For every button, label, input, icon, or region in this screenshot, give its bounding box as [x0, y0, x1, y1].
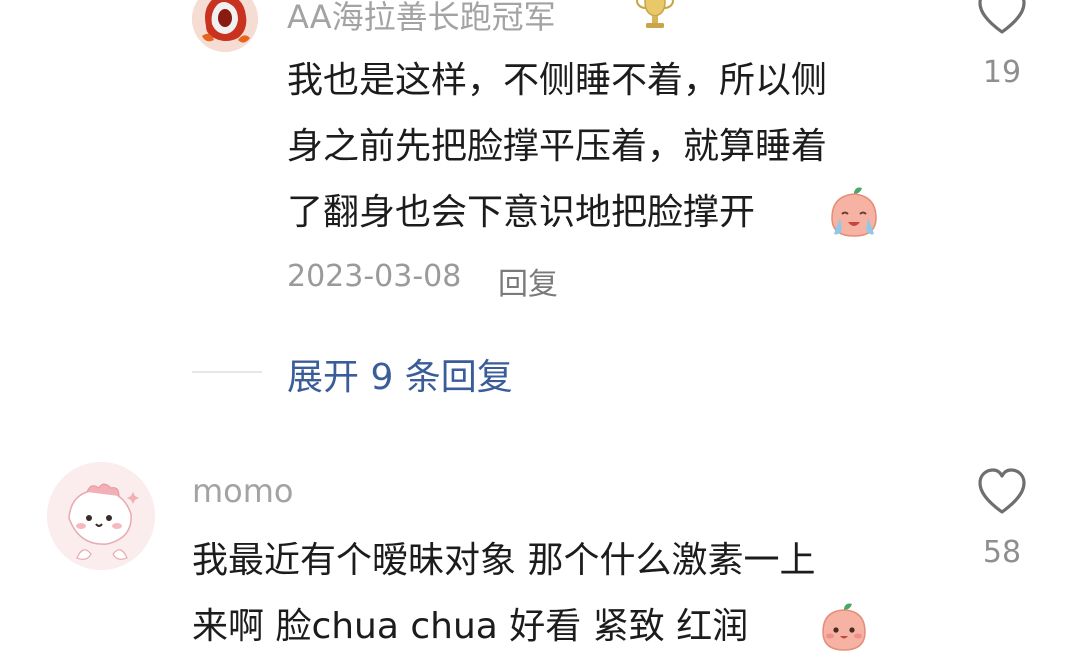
comment-line[interactable]: 我也是这样，不侧睡不着，所以侧	[287, 47, 827, 115]
crying-peach-emoji	[826, 184, 882, 240]
smiling-peach-emoji	[817, 600, 871, 654]
avatar[interactable]	[47, 462, 155, 570]
expand-replies-button[interactable]: 展开 9 条回复	[287, 348, 513, 400]
comment-date: 2023-03-08	[287, 259, 462, 294]
username-text[interactable]: AA海拉善长跑冠军	[287, 0, 556, 36]
comment-line[interactable]: 了翻身也会下意识地把脸撑开	[287, 179, 755, 247]
reply-button[interactable]: 回复	[498, 259, 558, 303]
username[interactable]: AA海拉善长跑冠军	[287, 0, 556, 38]
username[interactable]: momo	[192, 472, 294, 510]
comment-line[interactable]: 身之前先把脸撑平压着，就算睡着	[287, 113, 827, 181]
trophy-icon	[633, 0, 677, 34]
like-count: 58	[982, 535, 1022, 570]
divider	[192, 371, 262, 373]
comment-line[interactable]: 我最近有个暧昧对象 那个什么激素一上	[192, 527, 815, 595]
avatar[interactable]	[192, 0, 258, 52]
comment-line[interactable]: 来啊 脸chua chua 好看 紧致 红润	[192, 593, 748, 661]
like-count: 19	[982, 55, 1022, 90]
like-heart-icon[interactable]	[976, 468, 1028, 516]
username-text[interactable]: momo	[192, 472, 294, 510]
like-heart-icon[interactable]	[976, 0, 1028, 36]
